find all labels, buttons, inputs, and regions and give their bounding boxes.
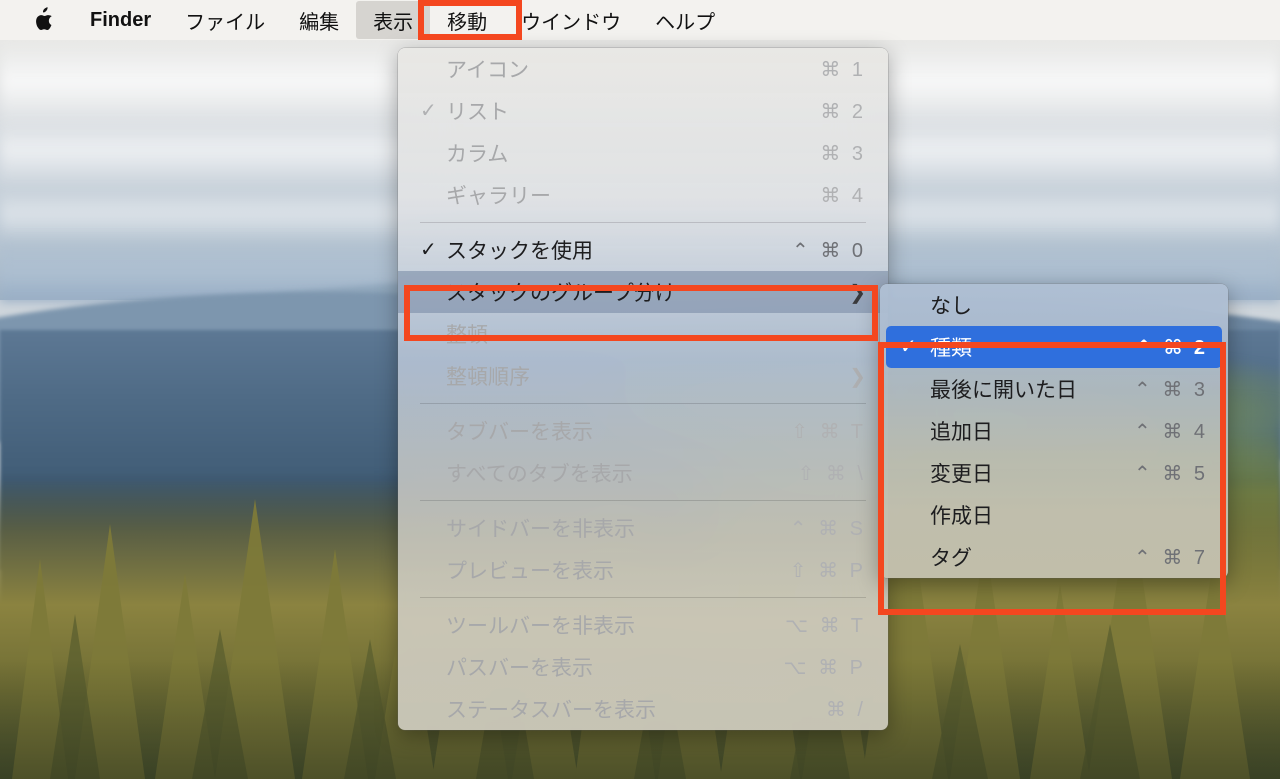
chevron-right-icon: ❯: [849, 365, 866, 388]
menu-item-label: パスバーを表示: [446, 657, 593, 680]
menu-item-label: リスト: [446, 101, 509, 124]
apple-logo-icon[interactable]: [0, 7, 73, 33]
menu-separator: [420, 403, 866, 404]
submenu-item-label: 種類: [930, 337, 972, 360]
menu-item-use-stacks[interactable]: ✓ スタックを使用 ⌃ ⌘ 0: [398, 229, 888, 271]
menubar-item-edit[interactable]: 編集: [282, 1, 356, 39]
stack-grouping-submenu-panel: なし ✓ 種類 ⌃ ⌘ 2 最後に開いた日 ⌃ ⌘ 3 追加日 ⌃ ⌘ 4 変更…: [880, 284, 1228, 578]
menu-item-label: ギャラリー: [446, 185, 551, 208]
shortcut-label: ⌃ ⌘ 0: [792, 239, 866, 262]
menu-item-label: 整頓: [446, 324, 488, 347]
checkmark-icon: ✓: [420, 239, 437, 261]
menubar-item-file[interactable]: ファイル: [168, 1, 282, 39]
shortcut-label: ⌥ ⌘ P: [783, 656, 866, 679]
menu-item-list-view[interactable]: ✓ リスト ⌘ 2: [398, 90, 888, 132]
menu-item-icon-view[interactable]: アイコン ⌘ 1: [398, 48, 888, 90]
submenu-item-date-created[interactable]: 作成日: [880, 494, 1228, 536]
submenu-item-label: 追加日: [930, 421, 993, 444]
menubar-item-help[interactable]: ヘルプ: [638, 1, 732, 39]
shortcut-label: ⌘ 4: [820, 184, 866, 207]
shortcut-label: ⌃ ⌘ 5: [1134, 462, 1208, 485]
menu-item-clean-up-by[interactable]: 整頓順序 ❯: [398, 355, 888, 397]
submenu-item-label: 変更日: [930, 463, 993, 486]
menu-separator: [420, 222, 866, 223]
menu-item-label: 整頓順序: [446, 366, 530, 389]
shortcut-label: ⌘ 3: [820, 142, 866, 165]
menu-item-label: すべてのタブを表示: [446, 463, 633, 486]
shortcut-label: ⇧ ⌘ T: [791, 420, 866, 443]
menu-item-show-all-tabs[interactable]: すべてのタブを表示 ⇧ ⌘ \: [398, 452, 888, 494]
menu-item-show-preview[interactable]: プレビューを表示 ⇧ ⌘ P: [398, 549, 888, 591]
shortcut-label: ⌃ ⌘ S: [789, 517, 866, 540]
menubar-item-go[interactable]: 移動: [430, 1, 504, 39]
checkmark-icon: ✓: [420, 100, 437, 122]
shortcut-label: ⌃ ⌘ 4: [1134, 420, 1208, 443]
menu-item-show-status-bar[interactable]: ステータスバーを表示 ⌘ /: [398, 688, 888, 730]
menu-item-label: ツールバーを非表示: [446, 615, 635, 638]
menu-item-label: ステータスバーを表示: [446, 699, 656, 722]
submenu-item-tags[interactable]: タグ ⌃ ⌘ 7: [880, 536, 1228, 578]
shortcut-label: ⌥ ⌘ T: [784, 614, 866, 637]
checkmark-icon: ✓: [900, 336, 917, 358]
shortcut-label: ⌃ ⌘ 2: [1135, 336, 1208, 359]
shortcut-label: ⌘ 1: [820, 58, 866, 81]
menu-item-label: スタックのグループ分け: [446, 282, 676, 305]
menubar-item-view[interactable]: 表示: [356, 1, 431, 39]
menu-item-label: スタックを使用: [446, 240, 593, 263]
menu-bar: Finder ファイル 編集 表示 移動 ウインドウ ヘルプ: [0, 0, 1280, 40]
menu-item-show-tab-bar[interactable]: タブバーを表示 ⇧ ⌘ T: [398, 410, 888, 452]
submenu-item-label: タグ: [930, 547, 972, 570]
menu-item-gallery-view[interactable]: ギャラリー ⌘ 4: [398, 174, 888, 216]
view-menu-panel: アイコン ⌘ 1 ✓ リスト ⌘ 2 カラム ⌘ 3 ギャラリー ⌘ 4 ✓ ス…: [398, 48, 888, 730]
menu-item-label: アイコン: [446, 59, 529, 82]
menu-item-show-path-bar[interactable]: パスバーを表示 ⌥ ⌘ P: [398, 646, 888, 688]
submenu-item-date-last-opened[interactable]: 最後に開いた日 ⌃ ⌘ 3: [880, 368, 1228, 410]
menu-item-column-view[interactable]: カラム ⌘ 3: [398, 132, 888, 174]
menu-item-hide-sidebar[interactable]: サイドバーを非表示 ⌃ ⌘ S: [398, 507, 888, 549]
submenu-item-kind[interactable]: ✓ 種類 ⌃ ⌘ 2: [886, 326, 1222, 368]
menu-item-label: カラム: [446, 143, 509, 166]
menubar-item-finder[interactable]: Finder: [73, 1, 168, 39]
shortcut-label: ⌘ 2: [820, 100, 866, 123]
submenu-item-date-added[interactable]: 追加日 ⌃ ⌘ 4: [880, 410, 1228, 452]
menu-separator: [420, 597, 866, 598]
menu-separator: [420, 500, 866, 501]
menu-item-hide-toolbar[interactable]: ツールバーを非表示 ⌥ ⌘ T: [398, 604, 888, 646]
submenu-item-label: なし: [930, 295, 972, 318]
shortcut-label: ⇧ ⌘ \: [797, 462, 866, 485]
submenu-item-label: 最後に開いた日: [930, 379, 1077, 402]
menu-item-group-stacks-by[interactable]: スタックのグループ分け ❯: [398, 271, 888, 313]
menu-item-clean-up[interactable]: 整頓: [398, 313, 888, 355]
menu-item-label: サイドバーを非表示: [446, 518, 635, 541]
shortcut-label: ⇧ ⌘ P: [789, 559, 866, 582]
chevron-right-icon: ❯: [849, 281, 866, 304]
submenu-item-none[interactable]: なし: [880, 284, 1228, 326]
submenu-item-label: 作成日: [930, 505, 993, 528]
menubar-item-window[interactable]: ウインドウ: [504, 1, 638, 39]
shortcut-label: ⌘ /: [825, 698, 866, 721]
shortcut-label: ⌃ ⌘ 7: [1134, 546, 1208, 569]
menu-item-label: プレビューを表示: [446, 560, 614, 583]
submenu-item-date-modified[interactable]: 変更日 ⌃ ⌘ 5: [880, 452, 1228, 494]
menu-item-label: タブバーを表示: [446, 421, 593, 444]
shortcut-label: ⌃ ⌘ 3: [1134, 378, 1208, 401]
